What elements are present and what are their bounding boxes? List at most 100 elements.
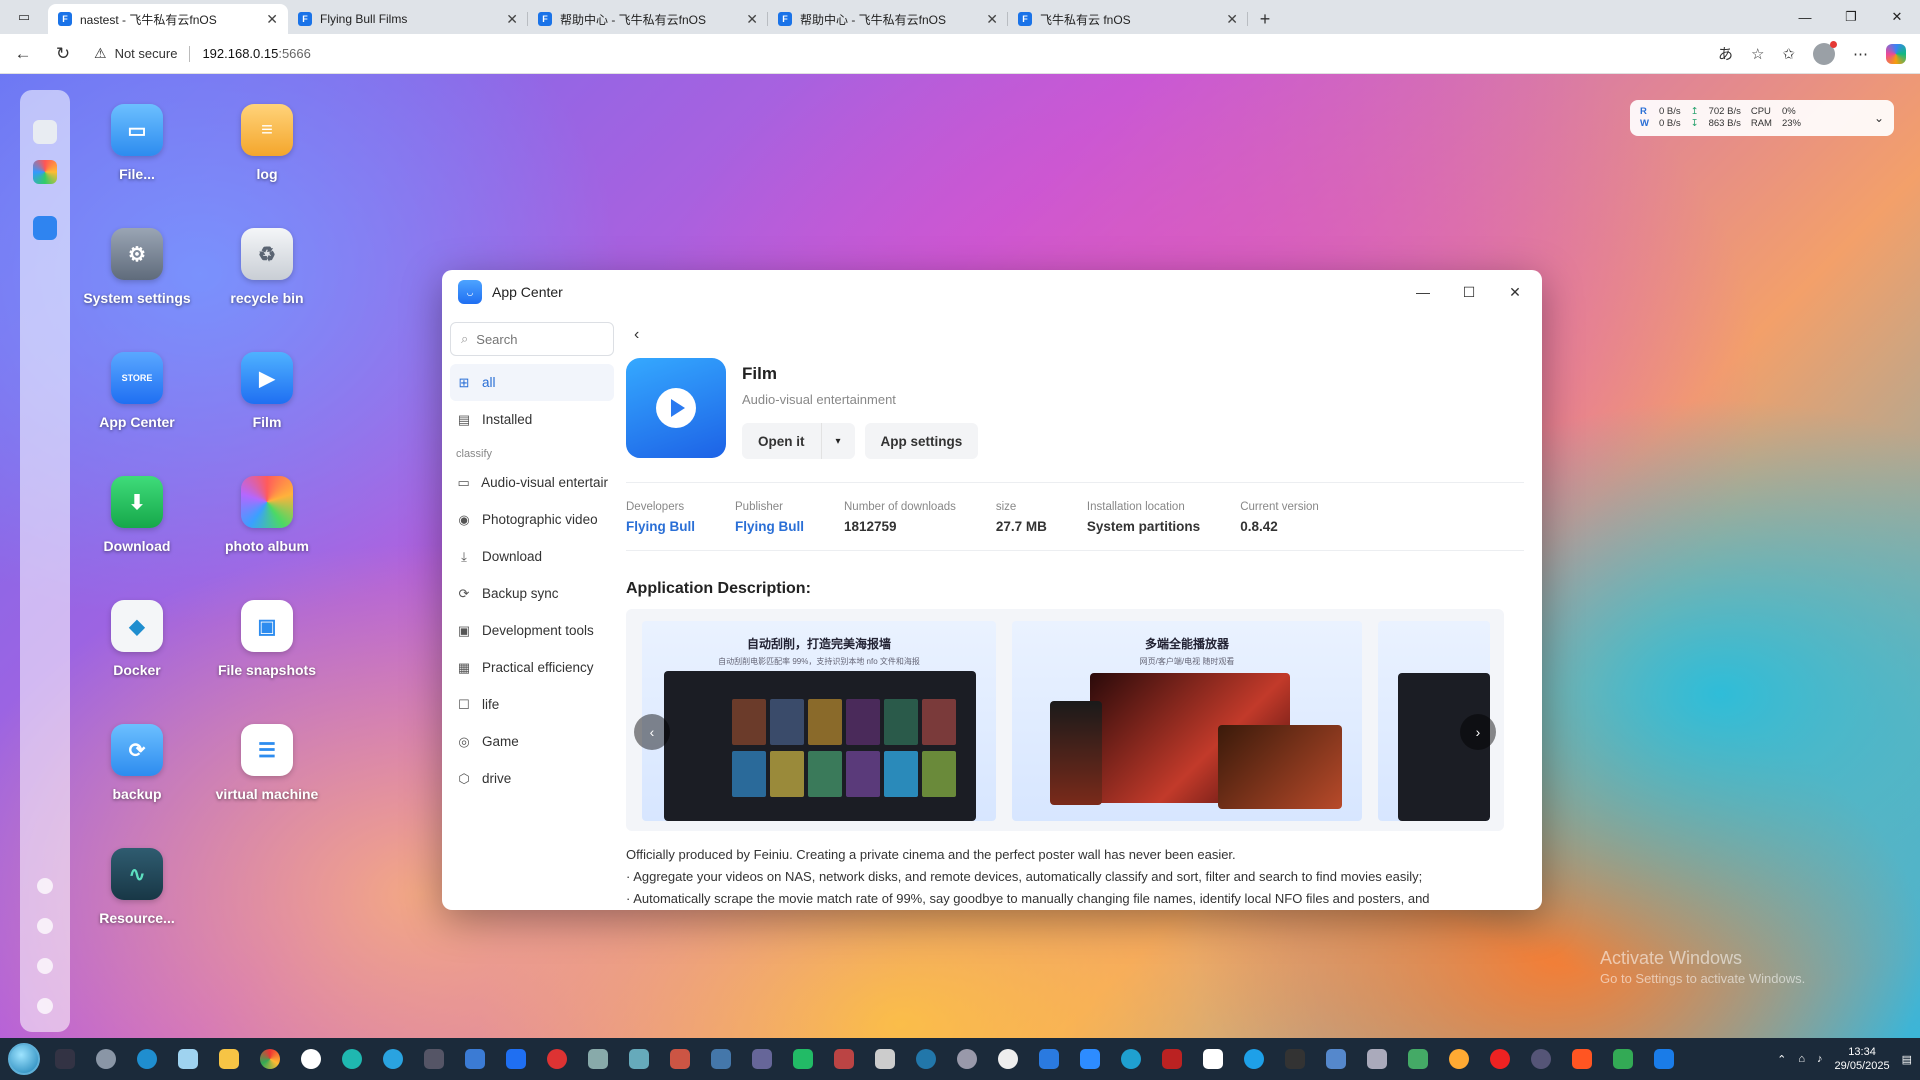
power-icon[interactable]: [37, 998, 53, 1014]
app-taskbar-icon[interactable]: [951, 1043, 983, 1075]
search-box[interactable]: ⌕: [450, 322, 614, 356]
app-taskbar-icon[interactable]: [623, 1043, 655, 1075]
skype-taskbar-icon[interactable]: [1238, 1043, 1270, 1075]
resource-widget[interactable]: R W 0 B/s 0 B/s ↥ ↧ 702 B/s 863 B/s CPU R…: [1630, 100, 1894, 136]
zoom-taskbar-icon[interactable]: [1074, 1043, 1106, 1075]
desktop-icon-virtual-machine[interactable]: ☰ virtual machine: [202, 724, 332, 802]
browser-tab[interactable]: F nastest - 飞牛私有云fnOS ✕: [48, 4, 288, 34]
close-icon[interactable]: ✕: [1874, 0, 1920, 34]
profile-avatar-icon[interactable]: [1813, 40, 1837, 65]
sidebar-item-drive[interactable]: ⬡ drive: [450, 760, 614, 797]
app-taskbar-icon[interactable]: [541, 1043, 573, 1075]
restore-icon[interactable]: ❐: [1828, 0, 1874, 34]
app-taskbar-icon[interactable]: [459, 1043, 491, 1075]
network-icon[interactable]: ⌂: [1798, 1053, 1805, 1065]
open-button[interactable]: Open it: [742, 423, 821, 459]
app-taskbar-icon[interactable]: [1443, 1043, 1475, 1075]
publisher-link[interactable]: Flying Bull: [735, 519, 804, 534]
sidebar-item-photographic-video[interactable]: ◉ Photographic video: [450, 501, 614, 538]
close-icon[interactable]: ✕: [1504, 284, 1526, 301]
app-center-dock-icon[interactable]: [33, 216, 57, 240]
screenshot-2[interactable]: 多端全能播放器 网页/客户端/电视 随时观看: [1012, 621, 1362, 821]
sidebar-item-life[interactable]: ☐ life: [450, 686, 614, 723]
app-taskbar-icon[interactable]: [1607, 1043, 1639, 1075]
app-taskbar-icon[interactable]: [869, 1043, 901, 1075]
gallery-next-icon[interactable]: ›: [1460, 714, 1496, 750]
favorite-star-icon[interactable]: ☆: [1751, 45, 1764, 63]
favorites-icon[interactable]: ✩: [1782, 45, 1795, 63]
volume-icon[interactable]: ♪: [1817, 1053, 1823, 1065]
reload-icon[interactable]: ↻: [46, 37, 80, 71]
desktop-icon-backup[interactable]: ⟳ backup: [72, 724, 202, 802]
url-field[interactable]: ⚠ Not secure 192.168.0.15:5666: [94, 39, 1718, 69]
tab-actions-icon[interactable]: ▭: [0, 0, 48, 34]
app-taskbar-icon[interactable]: [1566, 1043, 1598, 1075]
user-icon[interactable]: [37, 958, 53, 974]
screenshot-1[interactable]: 自动刮削，打造完美海报墙 自动刮削电影匹配率 99%，支持识别本地 nfo 文件…: [642, 621, 996, 821]
back-arrow-icon[interactable]: ‹: [634, 326, 639, 344]
app-taskbar-icon[interactable]: [1648, 1043, 1680, 1075]
close-tab-icon[interactable]: ✕: [746, 11, 758, 28]
desktop-icon-download[interactable]: ⬇ Download: [72, 476, 202, 554]
app-taskbar-icon[interactable]: [582, 1043, 614, 1075]
desktop-icon-file-snapshots[interactable]: ▣ File snapshots: [202, 600, 332, 678]
more-menu-icon[interactable]: ⋯: [1853, 45, 1868, 63]
app-taskbar-icon[interactable]: [1320, 1043, 1352, 1075]
minimize-icon[interactable]: —: [1412, 284, 1434, 301]
app-taskbar-icon[interactable]: [1033, 1043, 1065, 1075]
edge-taskbar-icon[interactable]: [131, 1043, 163, 1075]
app-taskbar-icon[interactable]: [1484, 1043, 1516, 1075]
app-taskbar-icon[interactable]: [664, 1043, 696, 1075]
back-arrow-icon[interactable]: ←: [6, 37, 40, 71]
app-taskbar-icon[interactable]: [1279, 1043, 1311, 1075]
close-tab-icon[interactable]: ✕: [506, 11, 518, 28]
desktop-icon-system-settings[interactable]: ⚙ System settings: [72, 228, 202, 306]
app-taskbar-icon[interactable]: [787, 1043, 819, 1075]
notepad-taskbar-icon[interactable]: [172, 1043, 204, 1075]
help-icon[interactable]: [37, 878, 53, 894]
sidebar-item-installed[interactable]: ▤ Installed: [450, 401, 614, 438]
new-tab-button[interactable]: +: [1248, 4, 1282, 34]
app-taskbar-icon[interactable]: [828, 1043, 860, 1075]
sidebar-item-audio-visual[interactable]: ▭ Audio-visual entertair: [450, 464, 614, 501]
desktop-icon-file[interactable]: ▭ File...: [72, 104, 202, 182]
sidebar-item-backup-sync[interactable]: ⟳ Backup sync: [450, 575, 614, 612]
app-taskbar-icon[interactable]: [992, 1043, 1024, 1075]
sidebar-item-game[interactable]: ◎ Game: [450, 723, 614, 760]
desktop-icon-photo-album[interactable]: photo album: [202, 476, 332, 554]
browser-tab[interactable]: F 帮助中心 - 飞牛私有云fnOS ✕: [528, 4, 768, 34]
maximize-icon[interactable]: ☐: [1458, 284, 1480, 301]
close-tab-icon[interactable]: ✕: [986, 11, 998, 28]
sidebar-item-download[interactable]: ⤓ Download: [450, 538, 614, 575]
desktop-icon-app-center[interactable]: STORE App Center: [72, 352, 202, 430]
sidebar-item-practical-efficiency[interactable]: ▦ Practical efficiency: [450, 649, 614, 686]
desktop-icon-resource-monitor[interactable]: ∿ Resource...: [72, 848, 202, 926]
caret-down-icon[interactable]: ▾: [820, 423, 855, 459]
gallery-prev-icon[interactable]: ‹: [634, 714, 670, 750]
app-taskbar-icon[interactable]: [705, 1043, 737, 1075]
task-view-icon[interactable]: [49, 1043, 81, 1075]
clock[interactable]: 13:34 29/05/2025: [1835, 1045, 1890, 1073]
close-tab-icon[interactable]: ✕: [1226, 11, 1238, 28]
app-taskbar-icon[interactable]: [746, 1043, 778, 1075]
close-tab-icon[interactable]: ✕: [266, 11, 278, 28]
start-button[interactable]: [8, 1043, 40, 1075]
apps-dock-icon[interactable]: [33, 160, 57, 184]
app-taskbar-icon[interactable]: [336, 1043, 368, 1075]
desktop-icon-log[interactable]: ≡ log: [202, 104, 332, 182]
desktop-dock-icon[interactable]: [33, 120, 57, 144]
app-taskbar-icon[interactable]: [418, 1043, 450, 1075]
app-taskbar-icon[interactable]: [1197, 1043, 1229, 1075]
app-taskbar-icon[interactable]: [910, 1043, 942, 1075]
app-taskbar-icon[interactable]: [377, 1043, 409, 1075]
desktop-icon-recycle-bin[interactable]: ♻ recycle bin: [202, 228, 332, 306]
chrome-taskbar-icon[interactable]: [254, 1043, 286, 1075]
app-settings-button[interactable]: App settings: [864, 423, 979, 459]
tray-expand-icon[interactable]: ⌃: [1777, 1053, 1786, 1066]
developer-link[interactable]: Flying Bull: [626, 519, 695, 534]
window-title-bar[interactable]: ◡ App Center — ☐ ✕: [442, 270, 1542, 314]
chevron-down-icon[interactable]: ⌄: [1874, 111, 1884, 125]
desktop-icon-film[interactable]: ▶ Film: [202, 352, 332, 430]
translate-icon[interactable]: あ: [1718, 43, 1733, 64]
search-input[interactable]: [476, 331, 577, 347]
